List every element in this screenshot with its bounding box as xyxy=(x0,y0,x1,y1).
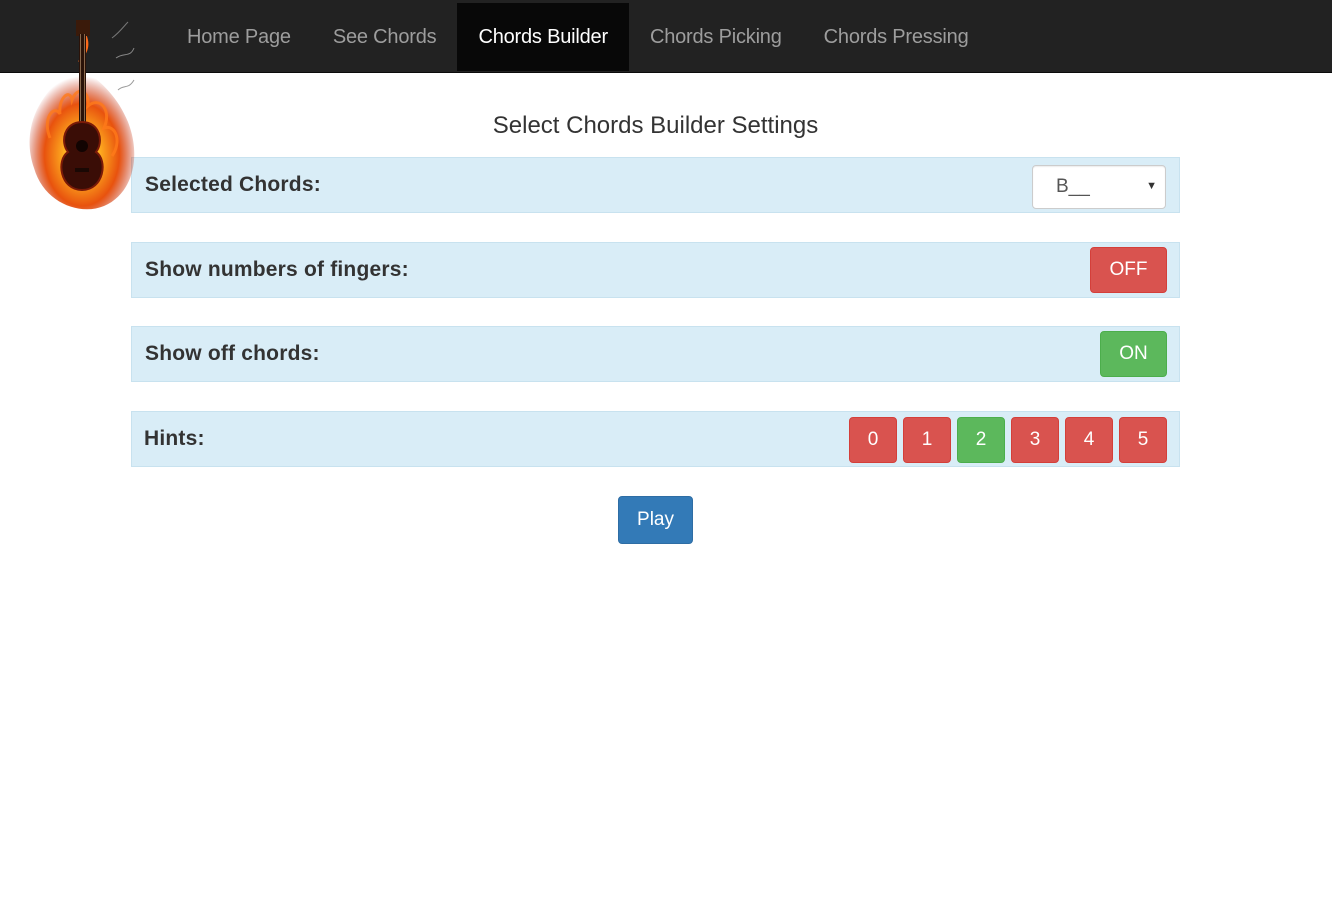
flaming-guitar-icon[interactable] xyxy=(20,18,140,218)
selected-chords-row: Selected Chords: B__ ▼ xyxy=(131,157,1180,213)
hint-button-2[interactable]: 2 xyxy=(957,417,1005,463)
hint-button-0[interactable]: 0 xyxy=(849,417,897,463)
page-title: Select Chords Builder Settings xyxy=(492,112,819,139)
hint-button-5[interactable]: 5 xyxy=(1119,417,1167,463)
nav-item-home-page[interactable]: Home Page xyxy=(166,3,312,71)
play-button[interactable]: Play xyxy=(618,496,693,544)
selected-chords-select[interactable]: B__ ▼ xyxy=(1032,165,1166,209)
nav-menu: Home Page See Chords Chords Builder Chor… xyxy=(166,3,990,71)
caret-down-icon: ▼ xyxy=(1146,180,1157,192)
hint-button-4[interactable]: 4 xyxy=(1065,417,1113,463)
show-fingers-label: Show numbers of fingers: xyxy=(145,258,409,281)
show-fingers-row: Show numbers of fingers: OFF xyxy=(131,242,1180,298)
show-off-chords-label: Show off chords: xyxy=(145,342,320,365)
nav-item-chords-builder[interactable]: Chords Builder xyxy=(457,3,629,71)
hint-button-1[interactable]: 1 xyxy=(903,417,951,463)
nav-item-chords-picking[interactable]: Chords Picking xyxy=(629,3,803,71)
nav-item-chords-pressing[interactable]: Chords Pressing xyxy=(803,3,990,71)
nav-item-see-chords[interactable]: See Chords xyxy=(312,3,458,71)
hint-button-3[interactable]: 3 xyxy=(1011,417,1059,463)
selected-chords-value: B__ xyxy=(1056,176,1090,197)
hints-button-group: 0 1 2 3 4 5 xyxy=(849,417,1167,463)
hints-label: Hints: xyxy=(144,427,205,450)
show-off-chords-toggle[interactable]: ON xyxy=(1100,331,1167,377)
top-navbar: Home Page See Chords Chords Builder Chor… xyxy=(0,0,1332,73)
show-off-chords-row: Show off chords: ON xyxy=(131,326,1180,382)
flaming-guitar-graphic xyxy=(29,20,135,210)
hints-row: Hints: 0 1 2 3 4 5 xyxy=(131,411,1180,467)
selected-chords-label: Selected Chords: xyxy=(145,173,321,196)
show-fingers-toggle[interactable]: OFF xyxy=(1090,247,1167,293)
